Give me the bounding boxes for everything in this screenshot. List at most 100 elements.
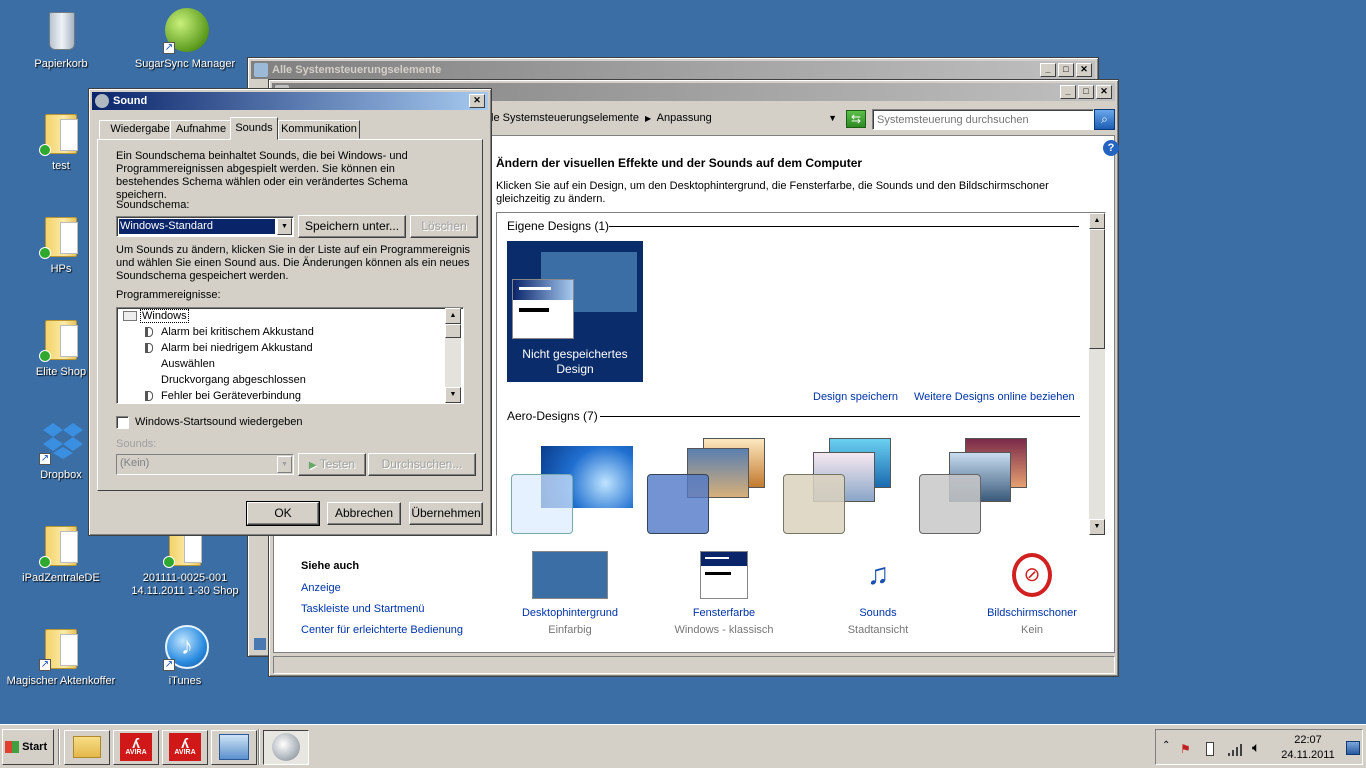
- ease-of-access-link[interactable]: Center für erleichterte Bedienung: [301, 624, 463, 636]
- desktop-icon-itunes[interactable]: ♪ ↗ iTunes: [130, 625, 240, 688]
- gallery-scrollbar[interactable]: ▲ ▼: [1089, 213, 1105, 535]
- sounds-icon: ♫: [866, 558, 890, 591]
- desktop-background-item[interactable]: Desktophintergrund Einfarbig: [510, 551, 630, 636]
- breadcrumb[interactable]: le Systemsteuerungselemente ▶ Anpassung …: [491, 108, 839, 130]
- scroll-down-icon[interactable]: ▼: [445, 387, 461, 403]
- program-events-list[interactable]: Windows Alarm bei kritischem Akkustand A…: [116, 307, 464, 404]
- taskbar-control-panel[interactable]: [211, 730, 257, 765]
- speaker-icon: [145, 391, 153, 401]
- sound-dialog-titlebar[interactable]: Sound ✕: [92, 92, 488, 110]
- aero-design-architecture[interactable]: [647, 438, 771, 534]
- taskbar-avira-2[interactable]: ʎ AVIRA: [162, 730, 208, 765]
- save-design-link[interactable]: Design speichern: [813, 391, 898, 403]
- aero-design-windows7[interactable]: [511, 438, 635, 534]
- sound-file-select[interactable]: (Kein) ▼: [116, 454, 294, 475]
- network-signal-icon[interactable]: [1228, 742, 1244, 756]
- back-window-titlebar[interactable]: Alle Systemsteuerungselemente _ □ ✕: [251, 61, 1095, 79]
- address-dropdown-icon[interactable]: ▼: [828, 108, 837, 128]
- tab-wiedergabe[interactable]: Wiedergabe: [99, 120, 181, 139]
- save-as-button[interactable]: Speichern unter...: [298, 215, 406, 238]
- taskbar-explorer[interactable]: [64, 730, 110, 765]
- events-label: Programmereignisse:: [116, 289, 221, 301]
- minimize-button[interactable]: _: [1040, 63, 1056, 77]
- close-button[interactable]: ✕: [1076, 63, 1092, 77]
- design-gallery[interactable]: Eigene Designs (1) Nicht gespeichertes D…: [496, 212, 1106, 536]
- maximize-button[interactable]: □: [1078, 85, 1094, 99]
- desktop-icon-recycle-bin[interactable]: Papierkorb: [6, 8, 116, 71]
- maximize-button[interactable]: □: [1058, 63, 1074, 77]
- tab-sounds[interactable]: Sounds: [230, 117, 278, 140]
- close-button[interactable]: ✕: [469, 94, 485, 108]
- chevron-down-icon[interactable]: ▼: [277, 218, 292, 235]
- system-tray: ⌃ ⚑ 🔈︎ 22:07 24.11.2011: [1155, 729, 1363, 765]
- events-scrollbar[interactable]: ▲ ▼: [445, 308, 461, 403]
- refresh-icon[interactable]: ⇆: [846, 110, 866, 128]
- folder-icon: [39, 213, 83, 259]
- sync-check-icon: [39, 144, 51, 156]
- scroll-thumb[interactable]: [445, 324, 461, 338]
- breadcrumb-separator-icon: ▶: [645, 114, 652, 123]
- list-item[interactable]: Alarm bei niedrigem Akkustand: [117, 340, 463, 356]
- screensaver-item[interactable]: ⊘ Bildschirmschoner Kein: [972, 551, 1092, 636]
- scroll-thumb[interactable]: [1089, 229, 1105, 349]
- see-also-heading: Siehe auch: [301, 560, 360, 572]
- list-item[interactable]: Alarm bei kritischem Akkustand: [117, 324, 463, 340]
- show-desktop-icon[interactable]: [1346, 741, 1360, 755]
- startup-sound-checkbox[interactable]: [116, 416, 129, 429]
- search-input[interactable]: [872, 109, 1094, 130]
- list-item[interactable]: Fehler bei Geräteverbindung: [117, 388, 463, 403]
- chevron-down-icon[interactable]: ▼: [277, 456, 292, 473]
- list-item[interactable]: Druckvorgang abgeschlossen: [117, 372, 463, 388]
- dropbox-icon: ↗: [39, 419, 83, 465]
- cancel-button[interactable]: Abbrechen: [327, 502, 401, 525]
- tab-aufnahme[interactable]: Aufnahme: [170, 120, 232, 139]
- volume-icon[interactable]: 🔈︎: [1252, 739, 1260, 756]
- action-center-flag-icon[interactable]: ⚑: [1180, 742, 1194, 756]
- list-item[interactable]: Auswählen: [117, 356, 463, 372]
- scroll-up-icon[interactable]: ▲: [445, 308, 461, 324]
- breadcrumb-all-items[interactable]: le Systemsteuerungselemente: [491, 112, 639, 124]
- unsaved-design-tile[interactable]: Nicht gespeichertes Design: [507, 241, 643, 382]
- delete-button[interactable]: Löschen: [410, 215, 478, 238]
- events-root-windows[interactable]: Windows: [117, 308, 463, 324]
- search-icon[interactable]: ⌕: [1094, 109, 1115, 130]
- desktop-icon-sugarsync[interactable]: ↗ SugarSync Manager: [130, 8, 240, 71]
- tab-kommunikation[interactable]: Kommunikation: [278, 120, 360, 139]
- aero-designs-header: Aero-Designs (7): [507, 409, 598, 423]
- aero-design-characters[interactable]: [783, 438, 907, 534]
- sounds-label: Sounds:: [116, 438, 157, 450]
- taskbar-startmenu-link[interactable]: Taskleiste und Startmenü: [301, 603, 425, 615]
- taskbar-avira-1[interactable]: ʎ AVIRA: [113, 730, 159, 765]
- folder-icon: [39, 522, 83, 568]
- avira-icon: ʎ AVIRA: [120, 733, 152, 761]
- help-icon[interactable]: ?: [1103, 140, 1119, 156]
- sync-check-icon: [163, 556, 175, 568]
- control-panel-icon: [254, 63, 268, 77]
- desktop-icon-briefcase[interactable]: ↗ Magischer Aktenkoffer: [6, 625, 116, 688]
- scheme-select[interactable]: Windows-Standard ▼: [116, 216, 294, 237]
- more-designs-link[interactable]: Weitere Designs online beziehen: [914, 391, 1075, 403]
- display-link[interactable]: Anzeige: [301, 582, 341, 594]
- close-button[interactable]: ✕: [1096, 85, 1112, 99]
- taskbar-sound[interactable]: [263, 730, 309, 765]
- shortcut-arrow-icon: ↗: [39, 453, 51, 465]
- explorer-icon: [73, 736, 101, 758]
- avira-icon: ʎ AVIRA: [169, 733, 201, 761]
- show-hidden-icons-icon[interactable]: ⌃: [1162, 740, 1170, 751]
- browse-button[interactable]: Durchsuchen...: [368, 453, 476, 476]
- ok-button[interactable]: OK: [246, 501, 320, 526]
- folder-icon: [39, 110, 83, 156]
- battery-icon[interactable]: [1206, 742, 1214, 756]
- aero-design-landscapes[interactable]: [919, 438, 1043, 534]
- start-button[interactable]: Start: [2, 729, 54, 765]
- scroll-down-icon[interactable]: ▼: [1089, 519, 1105, 535]
- minimize-button[interactable]: _: [1060, 85, 1076, 99]
- sounds-item[interactable]: ♫ Sounds Stadtansicht: [818, 551, 938, 636]
- apply-button[interactable]: Übernehmen: [409, 502, 483, 525]
- breadcrumb-personalization[interactable]: Anpassung: [657, 112, 712, 124]
- clock[interactable]: 22:07 24.11.2011: [1278, 733, 1338, 763]
- scroll-up-icon[interactable]: ▲: [1089, 213, 1105, 229]
- window-color-item[interactable]: Fensterfarbe Windows - klassisch: [664, 551, 784, 636]
- test-button[interactable]: ▶ Testen: [298, 453, 366, 476]
- sound-dialog[interactable]: Sound ✕ Wiedergabe Aufnahme Sounds Kommu…: [88, 88, 492, 536]
